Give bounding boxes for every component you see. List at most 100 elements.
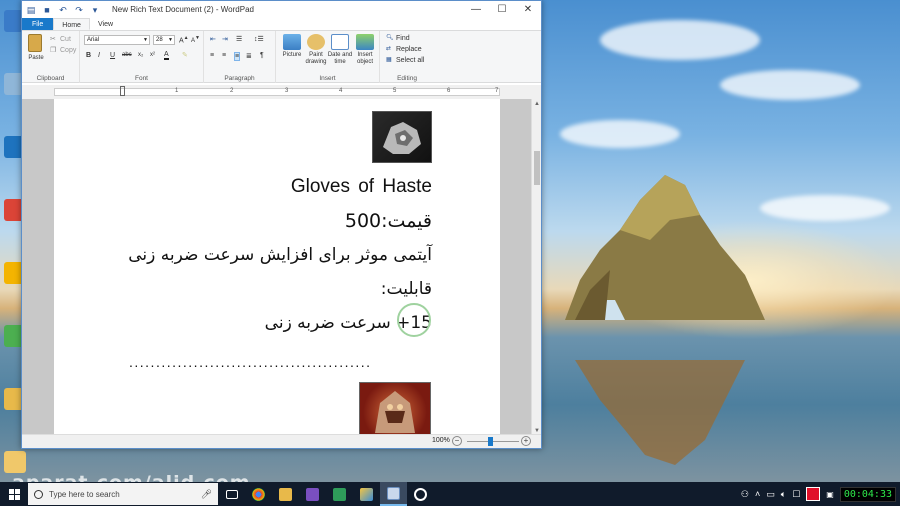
wallpaper-rock-arch [565,175,765,320]
document-page[interactable]: Gloves of Haste قیمت:500 آیتمی موثر برای… [54,99,500,436]
zoom-in-button[interactable]: + [521,436,531,446]
task-view-button[interactable] [218,482,245,506]
volume-icon[interactable]: 🔈︎ [781,489,786,500]
taskbar-chrome[interactable] [245,482,272,506]
title-bar[interactable]: ▤ ■ ↶ ↷ ▾ New Rich Text Document (2) - W… [22,1,541,18]
zoom-slider[interactable] [467,441,519,442]
ruler-number: 2 [230,88,234,94]
window-title: New Rich Text Document (2) - WordPad [112,5,254,14]
find-button[interactable]: Find [396,35,410,42]
bullet-list-icon[interactable]: ☰ [236,35,242,43]
people-icon[interactable]: ⚇ [741,489,749,500]
select-all-button[interactable]: Select all [396,57,424,64]
replace-icon[interactable]: ⇄ [386,45,391,52]
cut-button[interactable]: Cut [60,36,71,43]
camera-icon[interactable]: ▣ [826,490,834,499]
insert-object-button[interactable]: Insert object [352,52,378,66]
tab-home[interactable]: Home [53,18,90,30]
insert-object-icon[interactable] [356,34,374,50]
font-family-value: Arial [87,37,100,43]
start-button[interactable] [0,482,28,506]
ruler-number: 7 [495,88,499,94]
picture-icon[interactable] [283,34,301,50]
minimize-button[interactable]: — [463,1,489,18]
bold-icon[interactable]: B [86,52,91,59]
subscript-icon[interactable]: x₂ [138,52,143,58]
increase-indent-icon[interactable]: ⇥ [222,35,228,43]
highlight-color-icon[interactable]: ✎ [182,51,188,59]
vertical-scrollbar[interactable]: ▲ ▼ [531,99,541,436]
paint-drawing-icon[interactable] [307,34,325,50]
editing-group-label: Editing [397,75,417,82]
wallpaper-cloud [600,20,760,60]
network-icon[interactable]: ▭ [766,489,775,500]
font-group: Arial ▼ 28 ▼ A▲ A▼ B I U abc x₂ x² A ✎ F… [80,31,204,83]
cut-icon[interactable]: ✂ [50,35,56,43]
microphone-icon[interactable]: 🎤︎ [201,489,218,500]
indent-marker[interactable] [120,86,125,96]
align-center-icon[interactable]: ≡ [222,52,226,59]
justify-icon[interactable]: ≣ [246,52,252,60]
find-icon[interactable]: 🔍︎ [386,34,394,41]
clipboard-group: Paste ✂ Cut ❐ Copy Clipboard [22,31,80,83]
taskbar-visual-studio[interactable] [299,482,326,506]
decrease-indent-icon[interactable]: ⇤ [210,35,216,43]
text-color-icon[interactable]: A [164,51,169,60]
close-button[interactable]: ✕ [515,1,541,18]
zoom-out-button[interactable]: − [452,436,462,446]
save-icon[interactable]: ■ [42,5,52,15]
wallpaper-cloud [720,70,860,100]
align-right-icon[interactable]: ≡ [234,52,241,61]
document-area[interactable]: Gloves of Haste قیمت:500 آیتمی موثر برای… [22,99,532,436]
search-placeholder: Type here to search [49,489,120,499]
grow-font-icon[interactable]: A▲ [179,35,189,44]
taskbar-app-gem[interactable] [353,482,380,506]
taskbar-app-green[interactable] [326,482,353,506]
align-left-icon[interactable]: ≡ [210,52,214,59]
scroll-up-icon[interactable]: ▲ [532,101,542,107]
ruler[interactable]: 1 2 3 4 5 6 7 [54,86,500,96]
taskbar-file-explorer[interactable] [272,482,299,506]
copy-icon[interactable]: ❐ [50,46,56,54]
line-spacing-icon[interactable]: ↕☰ [254,35,264,43]
replace-button[interactable]: Replace [396,46,422,53]
zoom-slider-thumb[interactable] [488,437,493,446]
undo-icon[interactable]: ↶ [58,5,68,15]
paragraph-dialog-icon[interactable]: ¶ [260,52,264,59]
strikethrough-icon[interactable]: abc [122,52,132,58]
wordpad-window: ▤ ■ ↶ ↷ ▾ New Rich Text Document (2) - W… [21,0,542,449]
superscript-icon[interactable]: x² [150,52,155,58]
wordpad-app-icon[interactable]: ▤ [26,5,36,15]
helmet-image[interactable] [359,382,431,436]
font-size-select[interactable]: 28 ▼ [153,35,175,45]
app-icon-circle [414,487,427,501]
notification-icon[interactable]: ☐ [792,489,800,500]
redo-icon[interactable]: ↷ [74,5,84,15]
font-family-select[interactable]: Arial ▼ [84,35,150,45]
maximize-button[interactable]: ☐ [489,1,515,18]
taskbar: Type here to search 🎤︎ ⚇ ˄ ▭ 🔈︎ ☐ ▣ 00:0… [0,482,900,506]
taskbar-app-circle[interactable] [407,482,434,506]
quick-access-toolbar: ▤ ■ ↶ ↷ ▾ [22,5,100,15]
underline-icon[interactable]: U [110,52,115,59]
ruler-number: 4 [339,88,343,94]
paste-button[interactable]: Paste [24,55,48,62]
taskbar-wordpad[interactable] [380,482,407,506]
tab-file[interactable]: File [22,18,54,30]
scroll-thumb[interactable] [534,151,540,185]
taskbar-search[interactable]: Type here to search 🎤︎ [28,483,218,505]
desktop-icon-new-folder[interactable] [4,451,26,473]
shrink-font-icon[interactable]: A▼ [191,35,200,44]
chevron-up-icon[interactable]: ˄ [755,489,760,499]
paste-icon[interactable] [28,34,42,52]
date-time-button[interactable]: Date and time [326,52,354,66]
calendar-icon[interactable] [331,34,349,50]
chrome-icon [252,487,265,501]
gloves-image[interactable] [372,111,432,163]
customize-qat-icon[interactable]: ▾ [90,5,100,15]
tab-view[interactable]: View [90,18,121,30]
record-button[interactable] [806,487,821,501]
select-all-icon[interactable]: ▦ [386,56,392,63]
copy-button[interactable]: Copy [60,47,76,54]
italic-icon[interactable]: I [98,52,100,59]
